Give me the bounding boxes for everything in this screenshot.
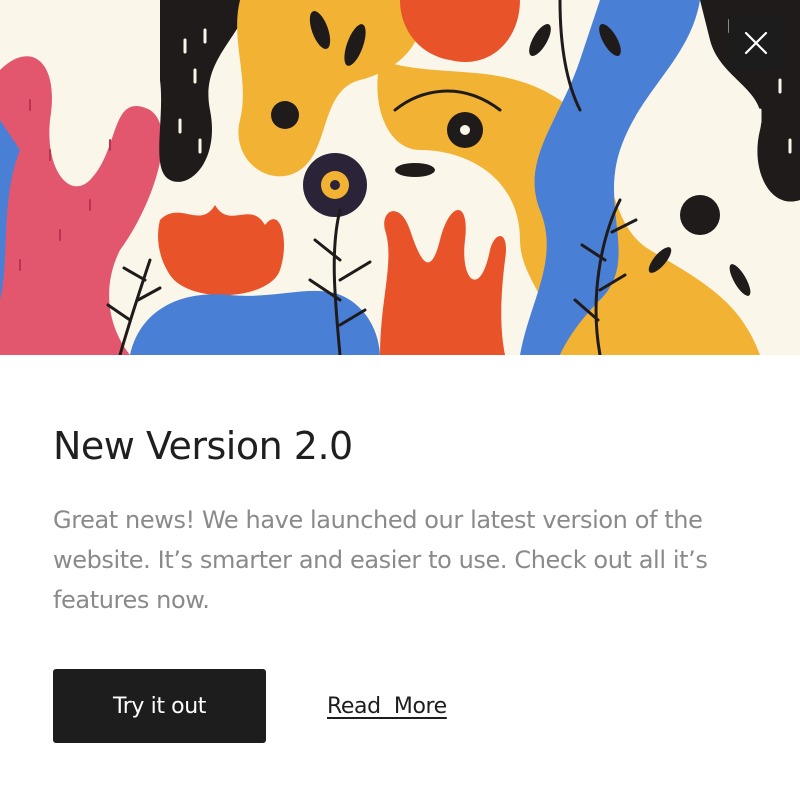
modal-content: New Version 2.0 Great news! We have laun… (53, 355, 753, 620)
read-more-link[interactable]: Read More (327, 694, 447, 719)
try-it-out-button[interactable]: Try it out (53, 669, 266, 743)
close-icon (744, 31, 768, 55)
modal-actions: Try it out Read More (53, 669, 447, 743)
modal-title: New Version 2.0 (53, 424, 353, 468)
hero-illustration (0, 0, 800, 355)
announcement-modal: New Version 2.0 Great news! We have laun… (0, 0, 800, 796)
modal-description: Great news! We have launched our latest … (53, 506, 708, 614)
abstract-botanical-art (0, 0, 800, 355)
close-button[interactable] (729, 16, 783, 70)
